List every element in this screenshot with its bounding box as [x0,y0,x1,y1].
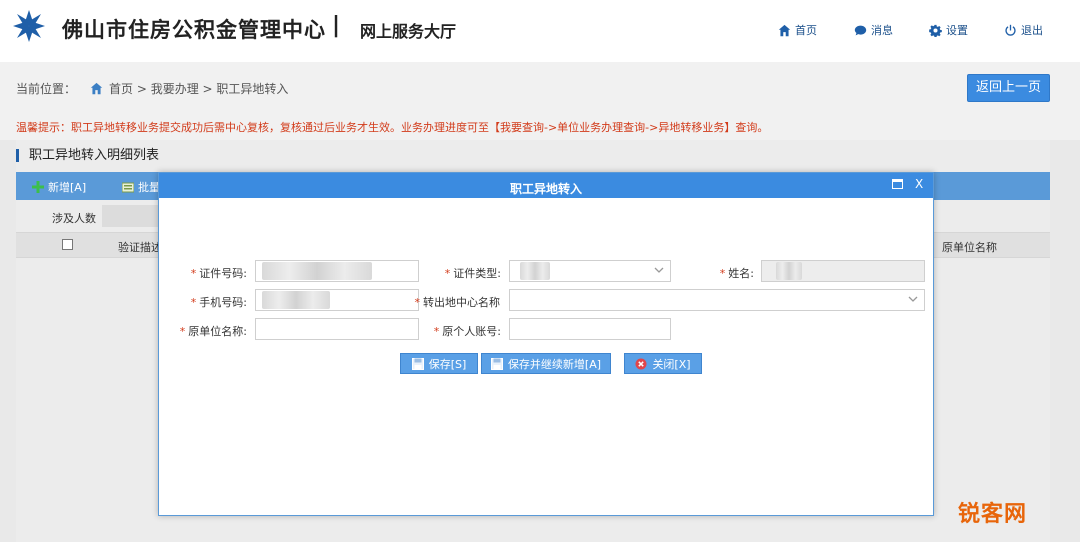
gear-icon [929,24,942,37]
watermark: 锐客网 [958,502,1028,527]
maximize-icon[interactable] [892,179,903,189]
nav-logout[interactable]: 退出 [1004,22,1043,38]
orig-account-label: * 原个人账号: [433,325,501,338]
back-button[interactable]: 返回上一页 [967,74,1050,102]
breadcrumb-prefix: 当前位置： [16,82,77,96]
logo-icon [13,10,45,42]
orig-unit-label: * 原单位名称: [179,325,247,338]
redacted-value [776,262,802,280]
nav-messages-label: 消息 [871,24,893,37]
site-header: 佛山市住房公积金管理中心 | 网上服务大厅 首页 消息 设置 退出 [0,0,1080,62]
close-circle-icon [635,358,647,369]
filter-input[interactable] [102,205,162,227]
chevron-down-icon [654,265,664,275]
nav-logout-label: 退出 [1021,24,1043,37]
nav-settings[interactable]: 设置 [929,22,968,38]
orig-unit-field[interactable] [255,318,419,340]
batch-button[interactable]: 批量 [122,179,160,195]
nav-home[interactable]: 首页 [778,22,817,38]
name-field [761,260,925,282]
orig-account-field[interactable] [509,318,671,340]
transfer-center-select[interactable] [509,289,925,311]
phone-field[interactable] [255,289,419,311]
nav-messages[interactable]: 消息 [854,22,893,38]
nav-settings-label: 设置 [946,24,968,37]
transfer-center-label: * 转出地中心名称 [414,296,501,309]
save-and-add-label: 保存并继续新增[A] [507,357,602,371]
chevron-down-icon [908,294,918,304]
close-label: 关闭[X] [652,357,691,371]
breadcrumb-path[interactable]: 首页 > 我要办理 > 职工异地转入 [109,80,288,97]
breadcrumb-bar: 当前位置： 首页 > 我要办理 > 职工异地转入 返回上一页 [0,62,1080,110]
name-label: * 姓名: [719,267,754,280]
home-icon [778,24,791,36]
org-name: 佛山市住房公积金管理中心 [62,18,326,42]
column-orig-unit: 原单位名称 [942,241,997,254]
breadcrumb: 当前位置： 首页 > 我要办理 > 职工异地转入 [16,80,288,97]
id-number-field[interactable] [255,260,419,282]
phone-label: * 手机号码: [190,296,247,309]
nav-home-label: 首页 [795,24,817,37]
save-and-add-button[interactable]: 保存并继续新增[A] [481,353,611,374]
add-label: 新增[A] [48,181,87,194]
tip-bar: 温馨提示：职工异地转移业务提交成功后需中心复核，复核通过后业务才生效。业务办理进… [0,110,1080,140]
dialog-title: 职工异地转入 [509,182,582,196]
plus-icon [32,181,44,193]
portal-name: 网上服务大厅 [360,22,457,41]
floppy-icon [411,357,424,370]
brand-separator: | [332,13,341,38]
id-number-label: * 证件号码: [190,267,247,280]
save-label: 保存[S] [428,357,467,371]
batch-icon [122,182,134,193]
floppy-icon [490,357,503,370]
redacted-value [262,291,330,309]
id-type-label: * 证件类型: [444,267,501,280]
add-button[interactable]: 新增[A] [32,179,86,195]
save-button[interactable]: 保存[S] [400,353,478,374]
close-icon[interactable]: X [915,177,923,191]
dialog-header: 职工异地转入 X [159,173,933,198]
message-icon [854,25,867,35]
filter-label: 涉及人数 [52,212,96,225]
list-title: 职工异地转入明细列表 [16,149,159,162]
batch-label: 批量 [138,181,160,194]
redacted-value [262,262,372,280]
id-type-select[interactable] [509,260,671,282]
home-icon [90,82,103,95]
column-verify: 验证描述 [118,241,162,254]
select-all-checkbox[interactable] [62,239,73,250]
tip-text: 温馨提示：职工异地转移业务提交成功后需中心复核，复核通过后业务才生效。业务办理进… [16,121,769,134]
redacted-value [520,262,550,280]
transfer-in-dialog: 职工异地转入 X * 证件号码: * 证件类型: * 姓名: * 手机号码: * 转出地中… [158,172,934,516]
power-icon [1005,24,1016,36]
close-button[interactable]: 关闭[X] [624,353,702,374]
